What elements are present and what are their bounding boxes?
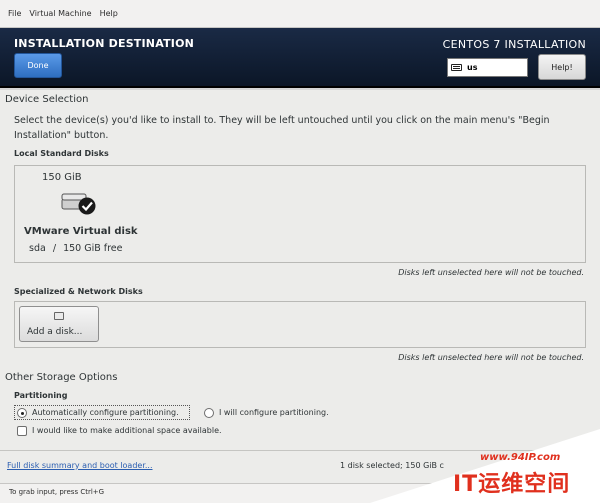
- disk-name: VMware Virtual disk: [24, 226, 138, 237]
- auto-partition-label[interactable]: Automatically configure partitioning.: [32, 408, 179, 417]
- manual-partition-radio[interactable]: [204, 408, 214, 418]
- disk-device: sda: [29, 243, 46, 254]
- add-disk-button[interactable]: Add a disk...: [19, 306, 99, 342]
- installer-header: INSTALLATION DESTINATION Done CENTOS 7 I…: [0, 28, 600, 88]
- disk-size: 150 GiB: [42, 172, 82, 183]
- grab-input-hint: To grab input, press Ctrl+G: [9, 488, 105, 496]
- additional-space-checkbox[interactable]: [17, 426, 27, 436]
- disk-details: sda / 150 GiB free: [29, 243, 123, 254]
- product-title: CENTOS 7 INSTALLATION: [442, 38, 586, 51]
- help-button[interactable]: Help!: [538, 54, 586, 80]
- specialized-disks-panel: [14, 301, 586, 348]
- menu-virtual-machine[interactable]: Virtual Machine: [29, 9, 91, 18]
- menu-bar: File Virtual Machine Help: [0, 0, 600, 28]
- done-button[interactable]: Done: [14, 53, 62, 78]
- keyboard-layout-indicator[interactable]: us: [447, 58, 528, 77]
- add-disk-label: Add a disk...: [27, 327, 83, 337]
- keyboard-layout-label: us: [467, 63, 478, 72]
- disk-separator: /: [52, 243, 57, 254]
- untouched-note-local: Disks left unselected here will not be t…: [398, 268, 584, 277]
- disk-add-icon: [54, 312, 64, 320]
- untouched-note-specialized: Disks left unselected here will not be t…: [398, 353, 584, 362]
- keyboard-icon: [451, 64, 462, 71]
- device-selection-description: Select the device(s) you'd like to insta…: [14, 115, 550, 141]
- page-title: INSTALLATION DESTINATION: [14, 37, 195, 50]
- disk-free-space: 150 GiB free: [63, 243, 123, 254]
- watermark-url: www.94IP.com: [480, 452, 561, 463]
- main-content: Device Selection Select the device(s) yo…: [0, 90, 600, 483]
- additional-space-label[interactable]: I would like to make additional space av…: [32, 426, 222, 435]
- partitioning-heading: Partitioning: [14, 391, 68, 400]
- manual-partition-label[interactable]: I will configure partitioning.: [219, 408, 329, 417]
- full-disk-summary-link[interactable]: Full disk summary and boot loader...: [7, 461, 153, 470]
- menu-file[interactable]: File: [8, 9, 21, 18]
- other-storage-heading: Other Storage Options: [5, 372, 118, 383]
- watermark-brand: IT运维空间: [453, 472, 571, 497]
- specialized-disks-heading: Specialized & Network Disks: [14, 287, 143, 296]
- hard-disk-icon: [61, 193, 96, 215]
- local-disks-heading: Local Standard Disks: [14, 149, 109, 158]
- menu-help[interactable]: Help: [100, 9, 118, 18]
- device-selection-heading: Device Selection: [5, 94, 89, 105]
- auto-partition-radio[interactable]: [17, 408, 27, 418]
